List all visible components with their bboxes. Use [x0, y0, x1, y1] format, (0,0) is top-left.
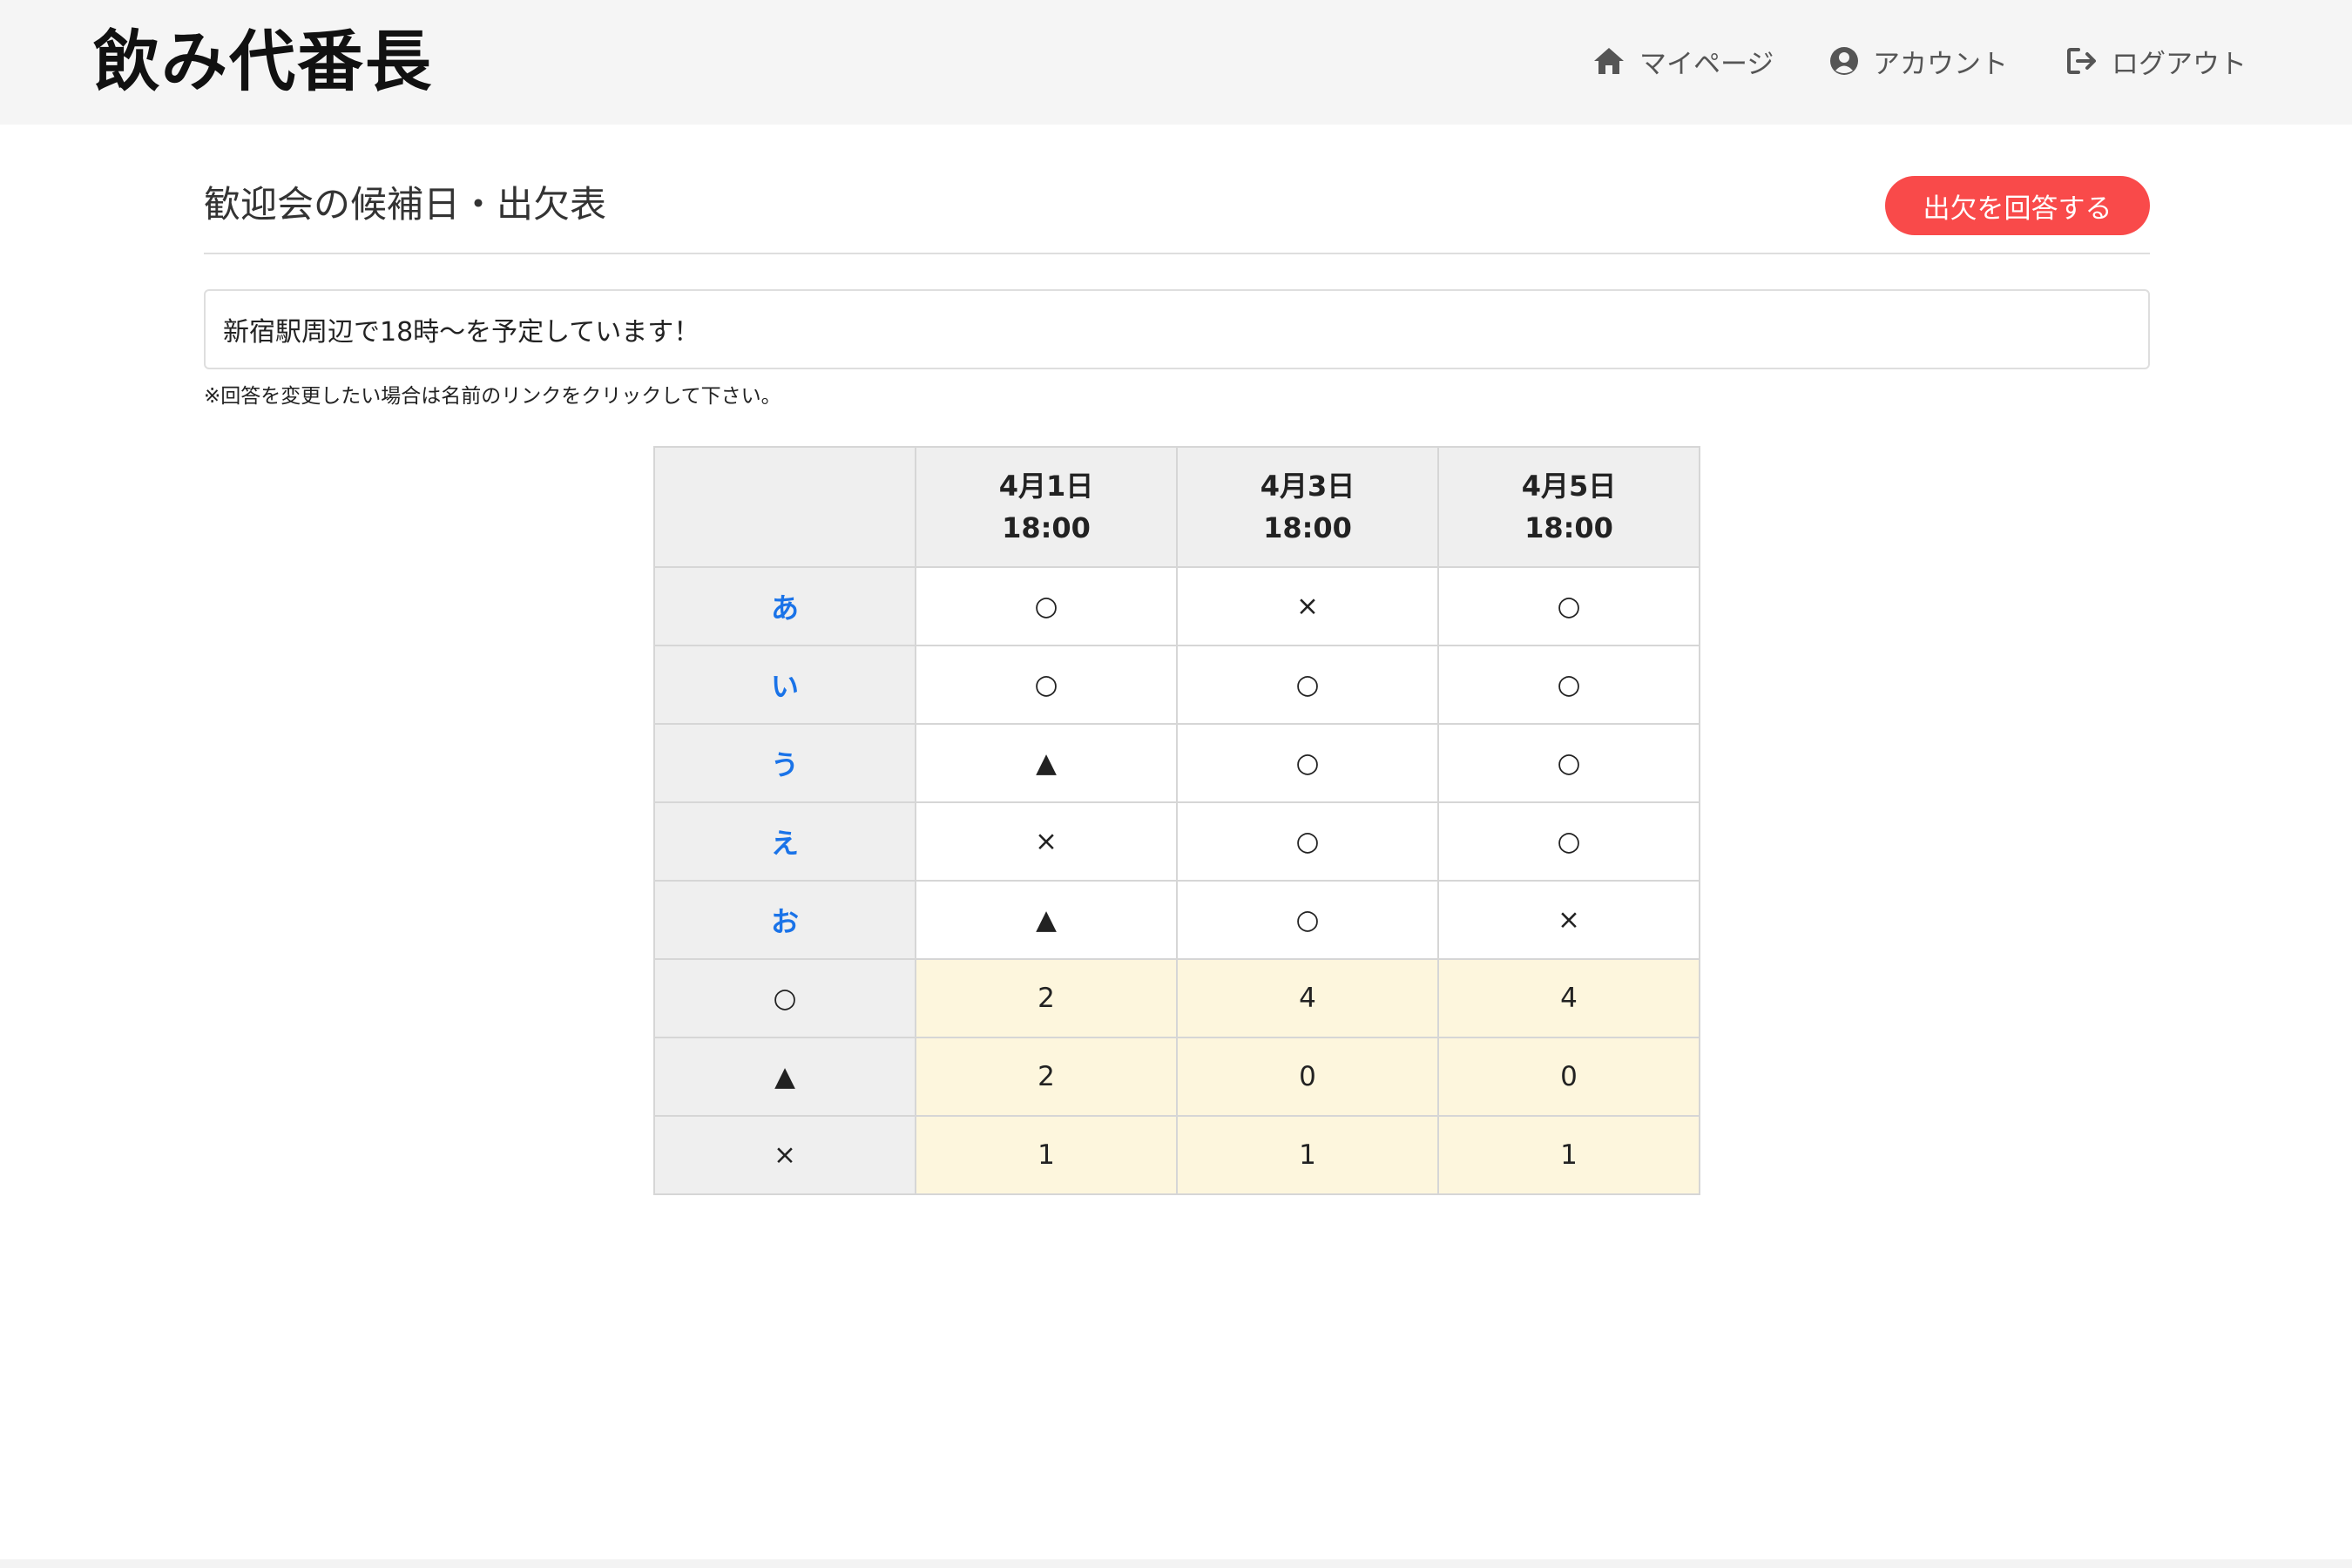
participant-row: え × ○ ○	[653, 801, 1700, 882]
nav-account-label: アカウント	[1873, 48, 2008, 80]
nav-logout-label: ログアウト	[2112, 48, 2247, 80]
total-symbol-label: ○	[653, 958, 916, 1038]
total-count-cell: 2	[915, 958, 1178, 1038]
user-circle-icon	[1830, 47, 1858, 75]
answer-cell: ○	[915, 645, 1178, 725]
date-header: 4月3日 18:00	[1176, 446, 1439, 568]
answer-cell: ×	[1176, 566, 1439, 646]
answer-cell: ○	[1437, 723, 1700, 803]
nav-mypage-link[interactable]: マイページ	[1592, 38, 1774, 84]
date-label: 4月5日	[1521, 470, 1617, 503]
total-count-cell: 4	[1176, 958, 1439, 1038]
app-logo[interactable]: 飲み代番長	[93, 23, 433, 101]
time-label: 18:00	[1524, 511, 1613, 544]
date-label: 4月1日	[998, 470, 1094, 503]
date-header: 4月5日 18:00	[1437, 446, 1700, 568]
attendance-table: 4月1日 18:00 4月3日 18:00 4月5日 18:00 あ ○ × ○…	[653, 446, 1700, 1195]
total-count-cell: 1	[1176, 1115, 1439, 1195]
participant-row: う ▲ ○ ○	[653, 723, 1700, 803]
answer-cell: ○	[915, 566, 1178, 646]
answer-cell: ○	[1176, 645, 1439, 725]
footer-strip	[0, 1559, 2352, 1568]
total-row-maybe: ▲ 2 0 0	[653, 1037, 1700, 1117]
corner-cell	[653, 446, 916, 568]
total-count-cell: 0	[1437, 1037, 1700, 1117]
date-header: 4月1日 18:00	[915, 446, 1178, 568]
title-divider	[204, 253, 2150, 254]
answer-cell: ▲	[915, 723, 1178, 803]
time-label: 18:00	[1263, 511, 1352, 544]
time-label: 18:00	[1002, 511, 1091, 544]
answer-cell: ○	[1176, 880, 1439, 960]
nav-account-link[interactable]: アカウント	[1829, 38, 2008, 84]
answer-cell: ○	[1437, 645, 1700, 725]
table-header-row: 4月1日 18:00 4月3日 18:00 4月5日 18:00	[653, 446, 1700, 568]
answer-cell: ▲	[915, 880, 1178, 960]
total-symbol-label: ▲	[653, 1037, 916, 1117]
total-symbol-label: ×	[653, 1115, 916, 1195]
date-label: 4月3日	[1260, 470, 1355, 503]
nav-mypage-label: マイページ	[1639, 48, 1774, 80]
total-count-cell: 4	[1437, 958, 1700, 1038]
total-count-cell: 2	[915, 1037, 1178, 1117]
participant-name-link[interactable]: う	[653, 723, 916, 803]
answer-attendance-button[interactable]: 出欠を回答する	[1885, 176, 2150, 235]
participant-name-link[interactable]: え	[653, 801, 916, 882]
sign-out-icon	[2067, 48, 2096, 74]
home-icon	[1594, 48, 1624, 74]
page-title: 歓迎会の候補日・出欠表	[204, 183, 607, 226]
total-row-ok: ○ 2 4 4	[653, 958, 1700, 1038]
total-row-ng: × 1 1 1	[653, 1115, 1700, 1195]
answer-cell: ×	[915, 801, 1178, 882]
participant-name-link[interactable]: あ	[653, 566, 916, 646]
answer-cell: ○	[1176, 801, 1439, 882]
participant-name-link[interactable]: お	[653, 880, 916, 960]
answer-cell: ○	[1176, 723, 1439, 803]
event-memo-box: 新宿駅周辺で18時〜を予定しています！	[204, 289, 2150, 369]
participant-row: あ ○ × ○	[653, 566, 1700, 646]
participant-row: お ▲ ○ ×	[653, 880, 1700, 960]
answer-cell: ○	[1437, 566, 1700, 646]
edit-hint-note: ※回答を変更したい場合は名前のリンクをクリックして下さい。	[204, 385, 781, 408]
event-memo-text: 新宿駅周辺で18時〜を予定しています！	[223, 317, 700, 348]
nav-logout-link[interactable]: ログアウト	[2066, 38, 2247, 84]
participant-row: い ○ ○ ○	[653, 645, 1700, 725]
top-navbar: 飲み代番長 マイページ アカウント ログアウト	[0, 0, 2352, 125]
total-count-cell: 1	[1437, 1115, 1700, 1195]
total-count-cell: 0	[1176, 1037, 1439, 1117]
answer-cell: ×	[1437, 880, 1700, 960]
participant-name-link[interactable]: い	[653, 645, 916, 725]
total-count-cell: 1	[915, 1115, 1178, 1195]
answer-cell: ○	[1437, 801, 1700, 882]
